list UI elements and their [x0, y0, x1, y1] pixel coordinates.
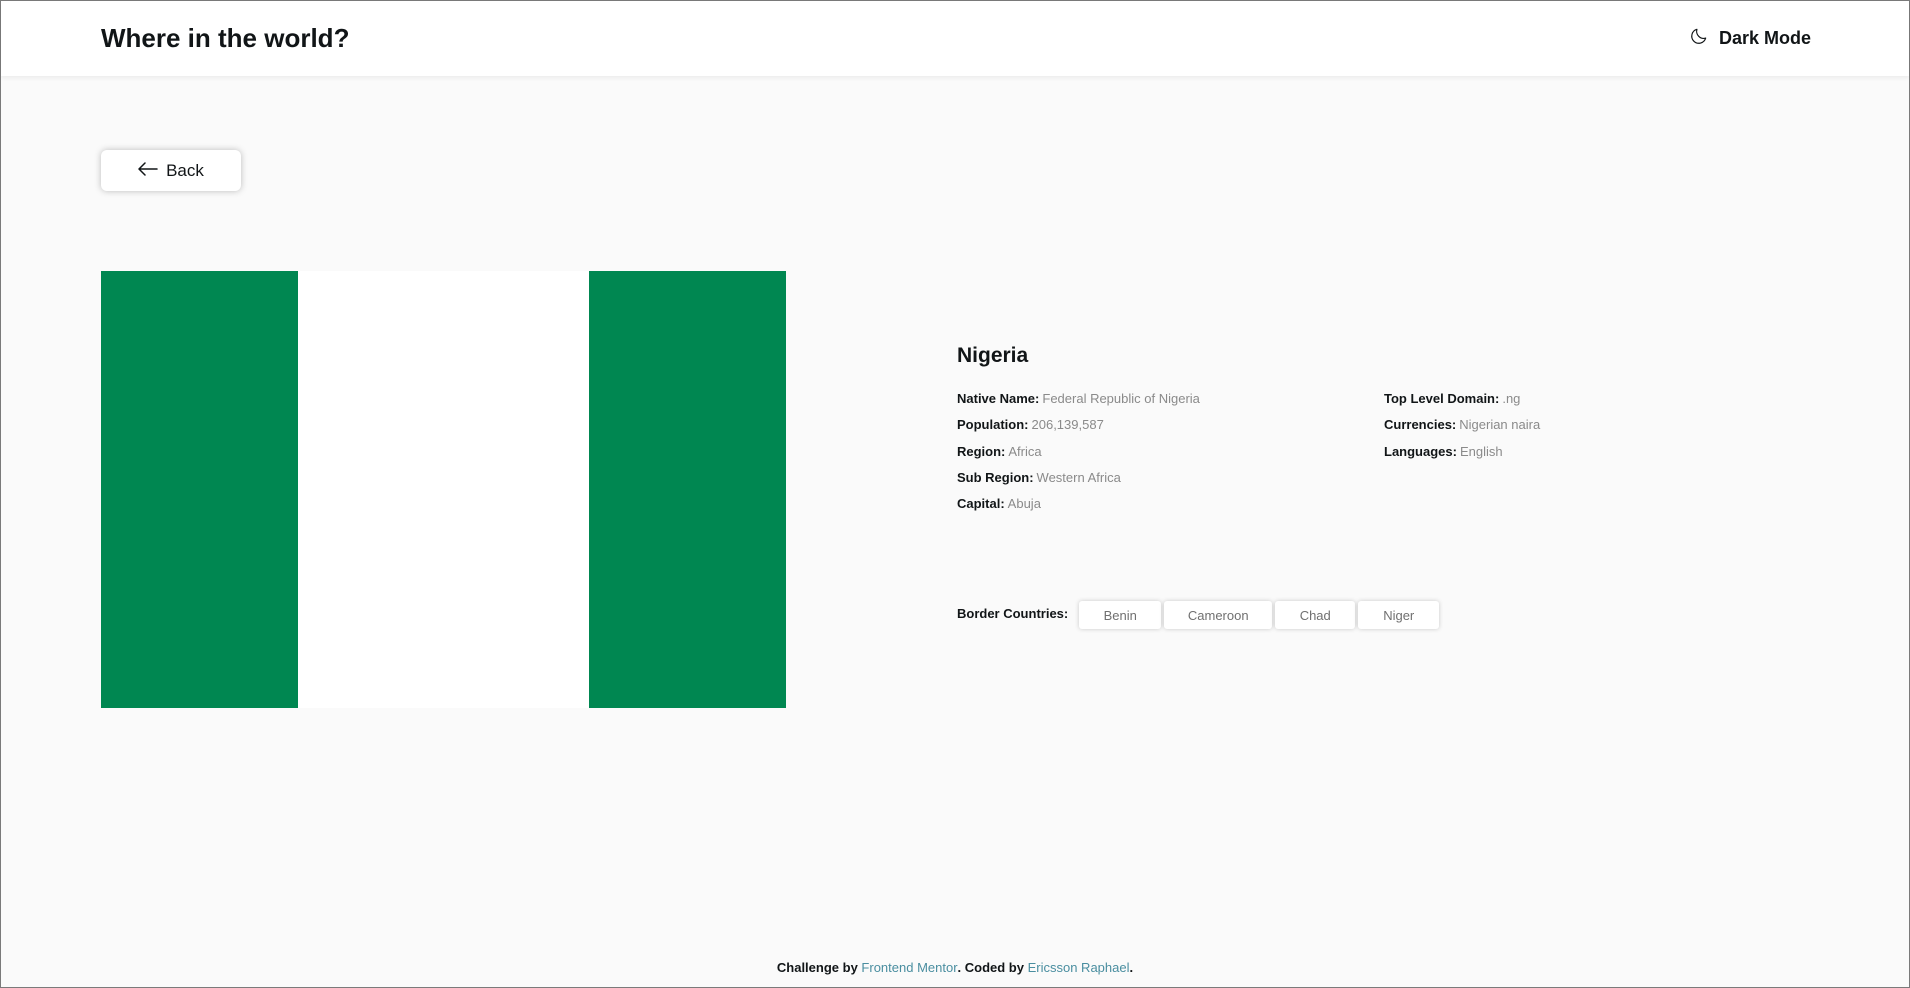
- app-title: Where in the world?: [101, 23, 350, 53]
- border-country-chip[interactable]: Cameroon: [1164, 601, 1273, 629]
- border-countries-label: Border Countries:: [957, 606, 1069, 621]
- border-country-chip[interactable]: Benin: [1079, 601, 1162, 629]
- info-value: Africa: [1008, 443, 1042, 459]
- info-value: .ng: [1502, 391, 1521, 406]
- population-row: Population: 206,139,587: [957, 412, 1200, 438]
- info-value: Abuja: [1007, 496, 1041, 512]
- info-label: Currencies:: [1384, 417, 1457, 433]
- frontend-mentor-link[interactable]: Frontend Mentor: [861, 960, 957, 975]
- info-column-left: Native Name: Federal Republic of Nigeria …: [957, 386, 1200, 517]
- top-level-domain-row: Top Level Domain: .ng: [1384, 386, 1540, 412]
- region-row: Region: Africa: [957, 439, 1200, 465]
- country-details: Nigeria Native Name: Federal Republic of …: [957, 344, 1757, 526]
- info-label: Top Level Domain:: [1384, 391, 1500, 406]
- info-label: Population:: [957, 417, 1029, 433]
- app-window: Where in the world? Dark Mode Back Niger…: [0, 0, 1910, 988]
- attribution-footer: Challenge by Frontend Mentor. Coded by E…: [1, 960, 1909, 975]
- native-name-row: Native Name: Federal Republic of Nigeria: [957, 386, 1200, 412]
- capital-row: Capital: Abuja: [957, 491, 1200, 517]
- border-countries: Border Countries: Benin Cameroon Chad Ni…: [957, 601, 1442, 629]
- back-button[interactable]: Back: [101, 150, 241, 191]
- footer-suffix: .: [1129, 960, 1134, 975]
- info-label: Sub Region:: [957, 469, 1034, 485]
- info-value: Federal Republic of Nigeria: [1042, 391, 1200, 406]
- footer-middle: . Coded by: [957, 960, 1028, 975]
- arrow-left-icon: [138, 161, 158, 181]
- flag-band-left: [101, 271, 298, 708]
- footer-prefix: Challenge by: [776, 960, 862, 975]
- info-columns: Native Name: Federal Republic of Nigeria …: [957, 386, 1757, 526]
- info-value: English: [1459, 443, 1503, 459]
- flag-band-center: [298, 271, 589, 708]
- country-flag: [101, 271, 786, 708]
- dark-mode-label: Dark Mode: [1718, 28, 1811, 48]
- info-label: Languages:: [1384, 443, 1457, 459]
- info-label: Region:: [957, 443, 1006, 459]
- dark-mode-toggle[interactable]: Dark Mode: [1689, 26, 1811, 51]
- currencies-row: Currencies: Nigerian naira: [1384, 412, 1540, 438]
- back-label: Back: [166, 160, 204, 180]
- info-value: 206,139,587: [1031, 417, 1104, 433]
- border-country-chip[interactable]: Chad: [1275, 601, 1356, 629]
- moon-icon: [1689, 26, 1709, 51]
- info-value: Western Africa: [1036, 469, 1121, 485]
- flag-band-right: [589, 271, 786, 708]
- sub-region-row: Sub Region: Western Africa: [957, 465, 1200, 491]
- country-name: Nigeria: [957, 344, 1029, 367]
- top-header: Where in the world? Dark Mode: [1, 1, 1909, 76]
- border-country-chip[interactable]: Niger: [1358, 601, 1440, 629]
- info-value: Nigerian naira: [1459, 417, 1541, 433]
- info-column-right: Top Level Domain: .ng Currencies: Nigerian…: [1384, 386, 1540, 465]
- info-label: Native Name:: [957, 391, 1040, 406]
- author-link[interactable]: Ericsson Raphael: [1028, 960, 1130, 975]
- info-label: Capital:: [957, 496, 1005, 512]
- languages-row: Languages: English: [1384, 439, 1540, 465]
